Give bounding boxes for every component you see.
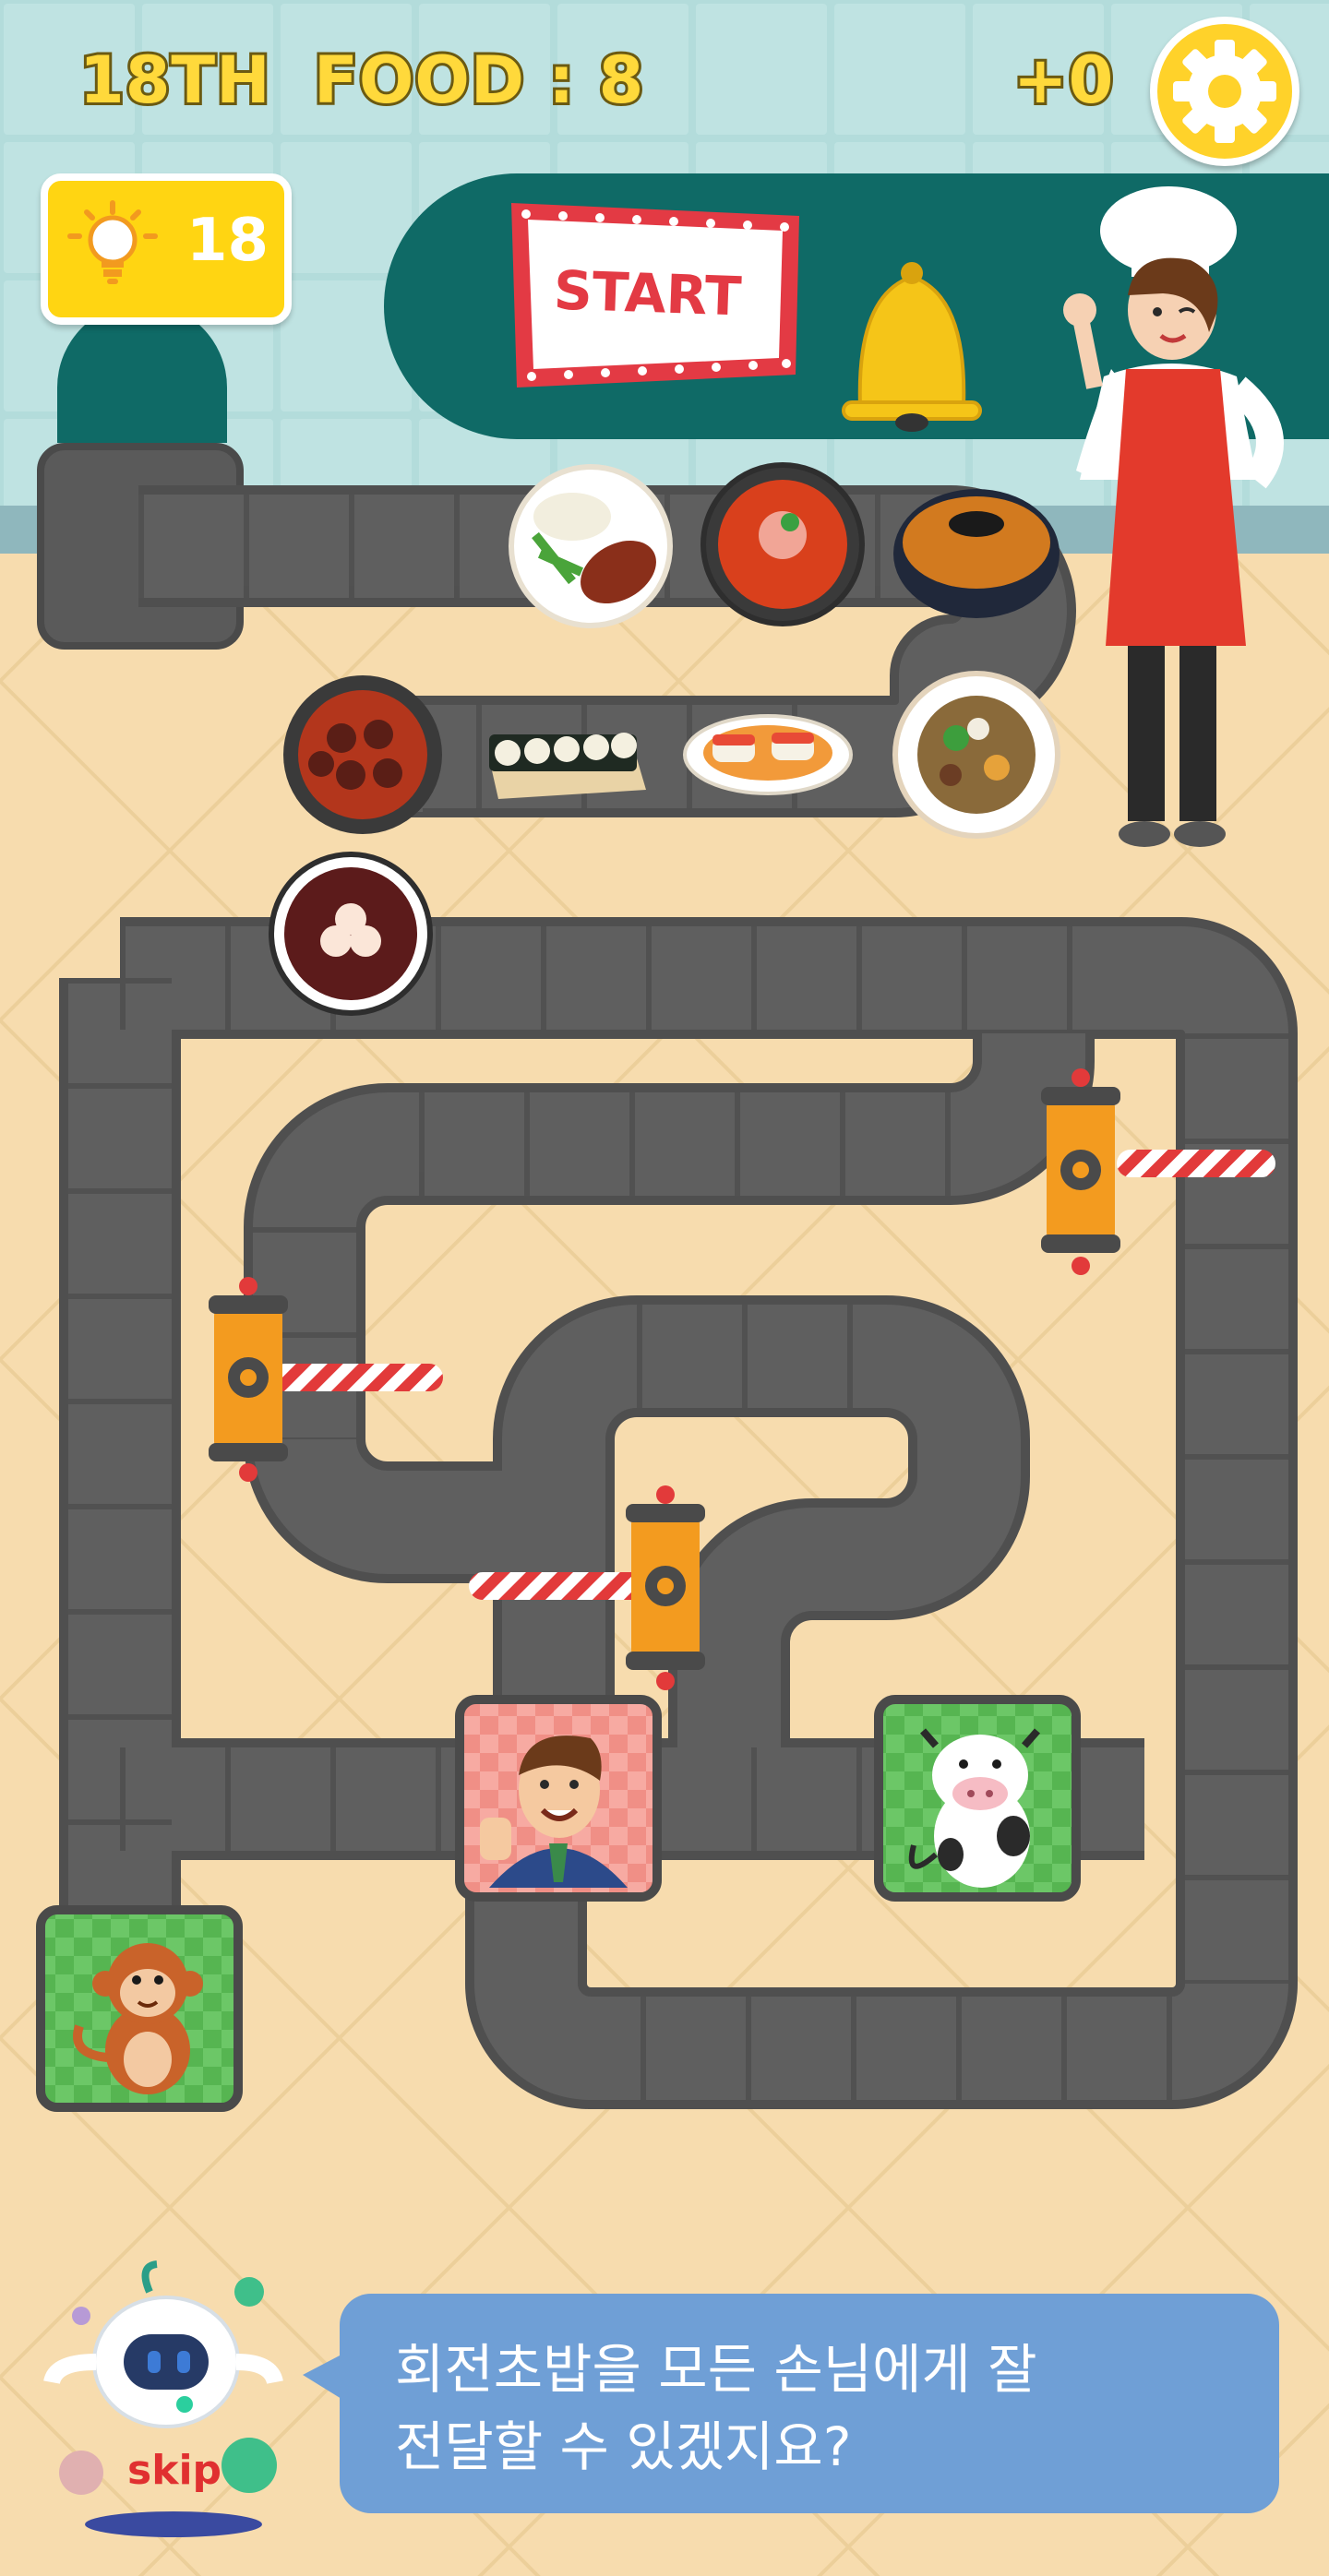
start-label: START <box>552 258 743 328</box>
customer-monkey <box>36 1905 243 2112</box>
tutorial-line-2: 전달할 수 있겠지요? <box>395 2415 852 2478</box>
tutorial-bubble: 회전초밥을 모든 손님에게 잘 전달할 수 있겠지요? <box>340 2294 1279 2513</box>
start-sign[interactable]: START <box>498 194 814 397</box>
food-japchae <box>892 671 1060 839</box>
skip-button[interactable]: skip <box>127 2447 222 2494</box>
gear-icon <box>1173 40 1276 143</box>
customer-cow <box>874 1695 1081 1902</box>
hint-count: 18 <box>186 207 269 275</box>
food-braised-meat <box>283 675 442 834</box>
lightbulb-icon <box>67 200 158 284</box>
customer-businessman <box>455 1695 662 1902</box>
level-label: 18TH <box>77 40 273 121</box>
food-kimbap <box>489 733 646 799</box>
bonus-score: +0 <box>1011 40 1116 121</box>
food-red-bean-porridge <box>269 852 433 1016</box>
food-sushi <box>683 714 853 795</box>
hint-button[interactable]: 18 <box>41 173 292 325</box>
tutorial-line-1: 회전초밥을 모든 손님에게 잘 <box>395 2338 1037 2401</box>
food-spicy-noodles <box>700 462 865 626</box>
game-stage: 18TH FOOD : 8 +0 18 START 회전초밥을 모든 손님에게 … <box>0 0 1329 2576</box>
food-count: FOOD : 8 <box>311 40 646 121</box>
food-steak-plate <box>509 464 673 628</box>
food-ramen-bowl <box>893 489 1060 618</box>
settings-button[interactable] <box>1150 17 1299 166</box>
